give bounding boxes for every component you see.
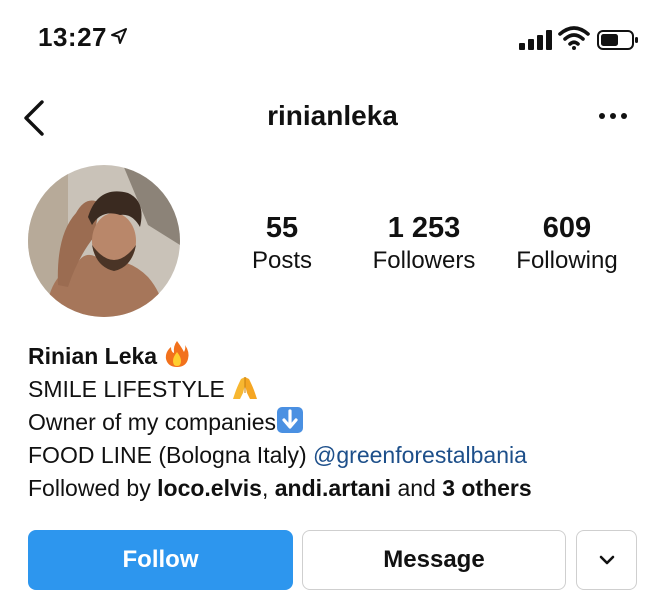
followed-by-others[interactable]: 3 others [442,475,531,501]
stat-posts[interactable]: 55 Posts [232,210,332,276]
wifi-icon [558,26,590,50]
followed-by-user-1[interactable]: loco.elvis [157,475,262,501]
fire-emoji-icon [165,341,189,367]
profile-username: rinianleka [267,100,398,131]
stat-followers-label: Followers [372,247,476,274]
followed-by-and: and [397,475,436,501]
followed-by-user-2[interactable]: andi.artani [275,475,391,501]
followed-by-prefix: Followed by [28,475,151,501]
stat-followers-count: 1 253 [387,212,461,244]
ellipsis-icon[interactable] [597,108,629,124]
profile-bio: Rinian Leka SMILE LIFESTYLE Owner of my … [28,340,648,505]
signal-bars-icon [519,30,552,50]
stat-following-label: Following [516,247,618,274]
stat-posts-count: 55 [265,212,299,244]
chevron-down-icon [599,555,614,565]
down-arrow-emoji-icon [276,407,303,433]
stat-following[interactable]: 609 Following [508,210,626,276]
battery-icon [597,30,638,50]
profile-avatar[interactable] [28,165,180,317]
avatar-photo [28,165,180,317]
bio-line-2: Owner of my companies [28,409,276,435]
location-arrow-icon [111,28,127,44]
bio-line-1: SMILE LIFESTYLE [28,376,225,402]
status-bar: 13:27 [0,0,665,80]
profile-header: rinianleka [0,90,665,146]
stat-followers[interactable]: 1 253 Followers [362,210,486,276]
bio-line-3: FOOD LINE (Bologna Italy) [28,442,307,468]
followed-by-user-1-label: loco.elvis [157,475,262,501]
follow-button[interactable]: Follow [28,530,293,590]
bio-mention-link[interactable]: @greenforestalbania [313,442,527,468]
stat-posts-label: Posts [251,247,313,274]
status-time: 13:27 [38,22,107,52]
folded-hands-emoji-icon [233,377,258,399]
stat-following-count: 609 [542,212,592,244]
profile-name: Rinian Leka [28,343,158,369]
message-button[interactable]: Message [302,530,566,590]
suggested-dropdown-button[interactable] [576,530,637,590]
followed-by-separator: , [261,475,269,501]
